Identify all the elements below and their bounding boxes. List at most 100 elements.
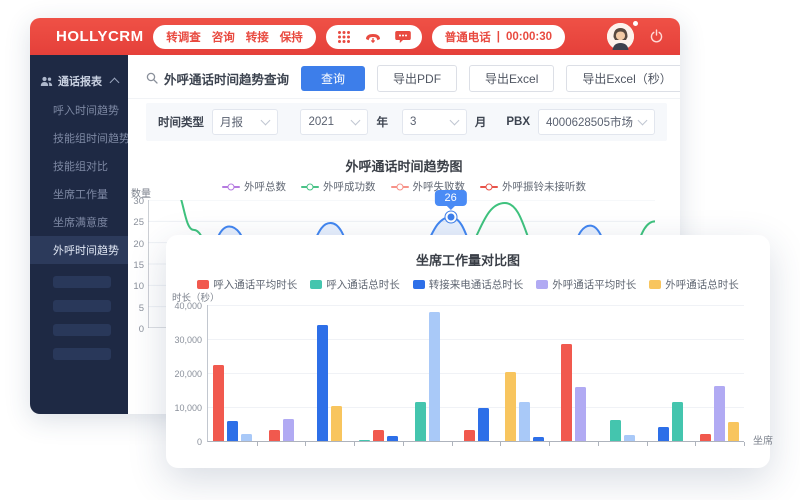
bar-y-tick: 20,000	[170, 369, 202, 379]
chevron-down-icon	[261, 116, 271, 126]
bar-y-tick: 10,000	[170, 403, 202, 413]
transfer-survey-button[interactable]: 转调查	[166, 29, 201, 45]
bar	[429, 312, 440, 441]
sidebar-skeleton-item	[53, 300, 111, 312]
app-header: HOLLYCRM 转调查 咨询 转接 保持	[30, 18, 680, 55]
line-y-tick: 5	[124, 303, 144, 314]
bar	[478, 408, 489, 441]
bar-group	[257, 305, 306, 441]
bar	[519, 402, 530, 441]
legend-item[interactable]: 外呼通话总时长	[649, 277, 739, 292]
month-select[interactable]: 3	[402, 109, 467, 135]
bar	[561, 344, 572, 441]
consult-button[interactable]: 咨询	[212, 29, 235, 45]
bar	[269, 430, 280, 441]
hangup-phone-icon[interactable]	[364, 30, 382, 44]
phone-status-label: 普通电话	[445, 29, 491, 45]
legend-item[interactable]: 外呼总数	[222, 179, 286, 194]
bar-group	[598, 305, 647, 441]
bar-group	[695, 305, 744, 441]
line-y-tick: 15	[124, 260, 144, 271]
time-type-select[interactable]: 月报	[212, 109, 278, 135]
pbx-select[interactable]: 4000628505市场	[538, 109, 655, 135]
bar-chart-plot: 时长（秒） 坐席 40,00030,00020,00010,0000	[207, 305, 744, 442]
chevron-up-icon	[110, 78, 120, 88]
export-excel-button[interactable]: 导出Excel	[469, 65, 554, 92]
bar	[241, 434, 252, 441]
app-logo: HOLLYCRM	[56, 28, 144, 45]
line-y-tick: 10	[124, 281, 144, 292]
export-pdf-button[interactable]: 导出PDF	[377, 65, 457, 92]
year-suffix: 年	[376, 114, 388, 130]
sidebar-item-outbound-trend[interactable]: 外呼时间趋势	[30, 236, 128, 264]
sidebar-skeleton-item	[53, 276, 111, 288]
bar	[415, 402, 426, 441]
legend-item[interactable]: 呼入通话总时长	[310, 277, 400, 292]
bar-y-tick: 0	[170, 437, 202, 447]
bar	[373, 430, 384, 441]
transfer-button[interactable]: 转接	[246, 29, 269, 45]
bar-group	[500, 305, 549, 441]
sidebar-skeleton-item	[53, 324, 111, 336]
channel-icon-bar	[326, 25, 422, 49]
call-action-bar: 转调查 咨询 转接 保持	[153, 25, 316, 49]
pbx-label: PBX	[506, 116, 530, 128]
bar-group	[208, 305, 257, 441]
bar-group	[452, 305, 501, 441]
line-chart-title: 外呼通话时间趋势图	[128, 156, 680, 175]
bar	[464, 430, 475, 441]
bar	[359, 440, 370, 441]
bar	[728, 422, 739, 441]
sidebar-item-inbound-trend[interactable]: 呼入时间趋势	[30, 96, 128, 124]
sidebar-item-agent-workload[interactable]: 坐席工作量	[30, 180, 128, 208]
power-icon[interactable]	[649, 29, 664, 44]
status-divider: |	[497, 31, 500, 43]
bar	[331, 406, 342, 441]
chat-bubble-icon[interactable]	[395, 30, 411, 44]
month-suffix: 月	[475, 114, 487, 130]
sidebar-group-call-reports[interactable]: 通话报表	[30, 68, 128, 96]
line-y-tick: 0	[124, 324, 144, 335]
bar-series-area	[208, 305, 744, 441]
bar-group	[647, 305, 696, 441]
line-y-tick: 25	[124, 217, 144, 228]
line-chart-legend: 外呼总数外呼成功数外呼失败数外呼振铃未接听数	[128, 179, 680, 194]
bar	[714, 386, 725, 441]
sidebar-item-agent-satisfaction[interactable]: 坐席满意度	[30, 208, 128, 236]
page-title-wrap: 外呼通话时间趋势查询	[146, 69, 289, 88]
bar-chart-title: 坐席工作量对比图	[166, 250, 770, 269]
line-y-tick: 20	[124, 239, 144, 250]
query-header: 外呼通话时间趋势查询 查询 导出PDF 导出Excel 导出Excel（秒）	[146, 64, 667, 92]
hold-button[interactable]: 保持	[280, 29, 303, 45]
chevron-down-icon	[449, 116, 459, 126]
sidebar: 通话报表 呼入时间趋势 技能组时间趋势 技能组对比 坐席工作量 坐席满意度 外呼…	[30, 55, 128, 414]
call-timer: 00:00:30	[506, 31, 552, 43]
bar	[213, 365, 224, 442]
users-icon	[40, 76, 53, 87]
export-excel-sec-button[interactable]: 导出Excel（秒）	[566, 65, 680, 92]
sidebar-item-skillgroup-trend[interactable]: 技能组时间趋势	[30, 124, 128, 152]
line-y-tick: 30	[124, 196, 144, 207]
page-title: 外呼通话时间趋势查询	[164, 69, 289, 88]
time-type-label: 时间类型	[158, 114, 204, 130]
workload-card: 坐席工作量对比图 呼入通话平均时长呼入通话总时长转接来电通话总时长外呼通话平均时…	[166, 235, 770, 468]
bar	[283, 419, 294, 441]
year-select[interactable]: 2021	[300, 109, 368, 135]
avatar[interactable]	[607, 23, 634, 50]
bar	[317, 325, 328, 441]
legend-item[interactable]: 转接来电通话总时长	[413, 277, 524, 292]
legend-item[interactable]: 外呼通话平均时长	[536, 277, 636, 292]
legend-item[interactable]: 外呼成功数	[301, 179, 376, 194]
legend-item[interactable]: 外呼振铃未接听数	[480, 179, 586, 194]
bar	[610, 420, 621, 441]
bar	[533, 437, 544, 441]
bar	[624, 435, 635, 441]
chevron-down-icon	[351, 116, 361, 126]
dialpad-grid-icon[interactable]	[337, 30, 351, 44]
query-button[interactable]: 查询	[301, 66, 365, 91]
bar	[505, 372, 516, 441]
bar	[672, 402, 683, 441]
sidebar-item-skillgroup-compare[interactable]: 技能组对比	[30, 152, 128, 180]
bar	[700, 434, 711, 441]
bar	[575, 387, 586, 441]
